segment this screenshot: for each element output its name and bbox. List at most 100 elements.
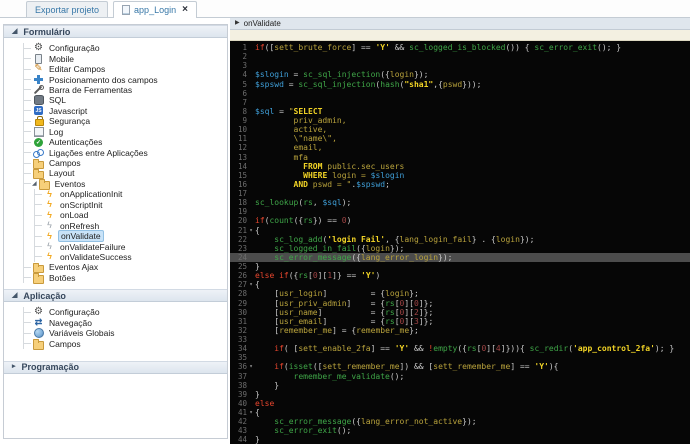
code-text: if(count({rs}) == 0) (255, 216, 352, 226)
code-line-22[interactable]: 22 sc_log_add('login Fail', {lang_login_… (230, 235, 690, 244)
code-line-34[interactable]: 34 if( [sett_enable_2fa] == 'Y' && !empt… (230, 344, 690, 353)
sidebar-item-onload[interactable]: onLoad (35, 210, 227, 220)
sidebar-item-campos[interactable]: Campos (24, 158, 227, 170)
sidebar-item-javascript[interactable]: Javascript (24, 106, 227, 116)
code-line-3[interactable]: 3 (230, 61, 690, 70)
code-line-20[interactable]: 20 if(count({rs}) == 0) (230, 216, 690, 225)
fold-icon[interactable]: ▾ (247, 408, 255, 417)
code-line-15[interactable]: 15 WHERE login = $slogin (230, 171, 690, 180)
code-text: sc_error_message({lang_error_not_active}… (274, 417, 477, 427)
code-line-1[interactable]: 1 if([sett_brute_force] == 'Y' && sc_logg… (230, 43, 690, 52)
sidebar-item-log[interactable]: Log (24, 127, 227, 137)
code-line-8[interactable]: 8 $sql = "SELECT (230, 107, 690, 116)
sidebar-item-configuracao[interactable]: Configuração (24, 43, 227, 53)
code-line-18[interactable]: 18 sc_lookup(rs, $sql); (230, 198, 690, 207)
sidebar-item-configuracao[interactable]: Configuração (24, 307, 227, 317)
code-line-31[interactable]: 31 [usr_email] = {rs[0][3]}; (230, 317, 690, 326)
code-line-33[interactable]: 33 (230, 335, 690, 344)
code-line-5[interactable]: 5 $spswd = sc_sql_injection(hash("sha1",{… (230, 80, 690, 89)
code-line-40[interactable]: 40 else (230, 399, 690, 408)
code-line-14[interactable]: 14 FROM public.sec_users (230, 162, 690, 171)
code-line-36[interactable]: 36 ▾ if(isset([sett_remember_me]) && [set… (230, 362, 690, 371)
code-text: [usr_login] = {login}; (255, 289, 419, 299)
code-line-29[interactable]: 29 [usr_priv_admin] = {rs[0][0]}; (230, 299, 690, 308)
tab-bar: Exportar projeto app_Login × (0, 0, 690, 18)
sidebar-item-navegacao[interactable]: Navegação (24, 318, 227, 328)
code-line-32[interactable]: 32 [remember_me] = {remember_me}; (230, 326, 690, 335)
sidebar-item-onvalidatefailure[interactable]: onValidateFailure (35, 241, 227, 252)
sidebar-item-seguranca[interactable]: Segurança (24, 116, 227, 127)
code-line-27[interactable]: 27 ▾{ (230, 280, 690, 289)
sidebar-item-eventos[interactable]: ◢ Eventos (24, 179, 227, 190)
code-line-19[interactable]: 19 (230, 207, 690, 216)
sidebar-item-mobile[interactable]: Mobile (24, 53, 227, 64)
close-icon[interactable]: × (182, 5, 188, 15)
fold-icon[interactable]: ▾ (247, 226, 255, 235)
line-number: 34 (237, 344, 247, 354)
sidebar-item-editar-campos[interactable]: Editar Campos (24, 64, 227, 74)
code-line-21[interactable]: 21 ▾{ (230, 226, 690, 235)
code-text: [usr_priv_admin] = {rs[0][0]}; (255, 298, 434, 308)
code-line-13[interactable]: 13 mfa (230, 153, 690, 162)
sidebar-item-autenticacoes[interactable]: Autenticações (24, 137, 227, 147)
tab-label: app_Login (134, 5, 177, 15)
code-line-23[interactable]: 23 sc_logged_in_fail({login}); (230, 244, 690, 253)
code-line-41[interactable]: 41 ▾{ (230, 408, 690, 417)
sidebar-item-variaveis-globais[interactable]: Variáveis Globais (24, 328, 227, 338)
section-header-programacao[interactable]: ▸ Programação (4, 360, 227, 374)
sidebar-item-barra-de-ferramentas[interactable]: Barra de Ferramentas (24, 84, 227, 95)
code-line-24[interactable]: 24 sc_error_message({lang_error_login}); (230, 252, 690, 262)
code-line-2[interactable]: 2 (230, 52, 690, 61)
sidebar-item-posicionamento-dos-campos[interactable]: Posicionamento dos campos (24, 74, 227, 85)
code-line-7[interactable]: 7 (230, 98, 690, 107)
code-line-17[interactable]: 17 (230, 189, 690, 198)
line-number: 32 (237, 325, 247, 335)
sidebar-item-eventos-ajax[interactable]: Eventos Ajax (24, 262, 227, 274)
code-line-11[interactable]: 11 \"name\", (230, 134, 690, 143)
code-line-25[interactable]: 25} (230, 262, 690, 271)
code-line-43[interactable]: 43 sc_error_exit(); (230, 426, 690, 435)
code-text: if([sett_brute_force] == 'Y' && sc_logge… (255, 43, 622, 52)
sidebar-item-layout[interactable]: Layout (24, 168, 227, 180)
code-line-37[interactable]: 37 remember_me_validate(); (230, 372, 690, 381)
line-number: 3 (242, 61, 247, 71)
sidebar-item-onvalidatesuccess[interactable]: onValidateSuccess (35, 252, 227, 262)
tools-icon (33, 84, 44, 95)
code-line-39[interactable]: 39} (230, 390, 690, 399)
code-line-44[interactable]: 44} (230, 435, 690, 444)
sidebar-item-label: onValidateFailure (60, 241, 126, 252)
code-line-9[interactable]: 9 priv_admin, (230, 116, 690, 125)
code-text: sc_lookup(rs, $sql); (255, 198, 352, 208)
code-line-35[interactable]: 35 (230, 353, 690, 362)
code-line-12[interactable]: 12 email, (230, 143, 690, 152)
code-line-30[interactable]: 30 [usr_name] = {rs[0][2]}; (230, 308, 690, 317)
expanded-icon[interactable]: ◢ (32, 181, 37, 187)
code-line-4[interactable]: 4 $slogin = sc_sql_injection({login}); (230, 70, 690, 79)
bolt-icon (44, 189, 55, 199)
code-line-16[interactable]: 16 AND pswd = ".$spswd; (230, 180, 690, 189)
fold-icon[interactable]: ▾ (247, 362, 255, 371)
sidebar-item-campos[interactable]: Campos (24, 338, 227, 350)
section-header-formulario[interactable]: ◢ Formulário (4, 25, 227, 38)
code-area[interactable]: 1 if([sett_brute_force] == 'Y' && sc_logg… (230, 41, 690, 444)
code-line-10[interactable]: 10 active, (230, 125, 690, 134)
code-line-6[interactable]: 6 (230, 89, 690, 98)
sidebar-item-onvalidate[interactable]: onValidate (35, 230, 227, 243)
code-line-42[interactable]: 42 sc_error_message({lang_error_not_acti… (230, 417, 690, 426)
sidebar-item-onapplicationinit[interactable]: onApplicationInit (35, 189, 227, 199)
code-line-38[interactable]: 38 } (230, 381, 690, 390)
sidebar-item-ligacoes-entre-aplicacoes[interactable]: Ligações entre Aplicações (24, 147, 227, 158)
tab-exportar-projeto[interactable]: Exportar projeto (26, 1, 109, 17)
sidebar-item-sql[interactable]: SQL (24, 95, 227, 105)
code-line-26[interactable]: 26 else if({rs[0][1]} == 'Y') (230, 271, 690, 280)
fold-icon[interactable]: ▾ (247, 280, 255, 289)
sidebar-item-botoes[interactable]: Botões (24, 273, 227, 284)
section-header-aplicacao[interactable]: ◢ Aplicação (4, 289, 227, 303)
sidebar-item-onscriptinit[interactable]: onScriptInit (35, 200, 227, 210)
code-text: $spswd = sc_sql_injection(hash("sha1",{p… (255, 79, 482, 89)
sidebar-item-label: Campos (49, 158, 81, 169)
tab-app-login[interactable]: app_Login × (113, 1, 197, 18)
code-line-28[interactable]: 28 [usr_login] = {login}; (230, 289, 690, 298)
